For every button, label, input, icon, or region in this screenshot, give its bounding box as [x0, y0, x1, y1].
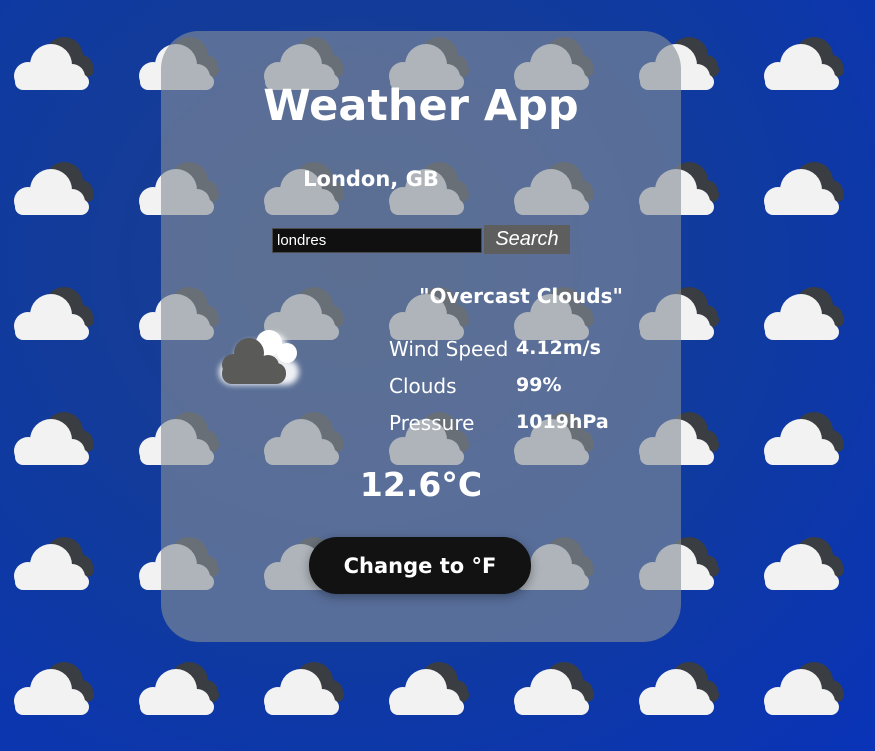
background-cloud-icon — [14, 287, 94, 340]
pressure-value: 1019hPa — [516, 411, 609, 433]
background-cloud-icon — [764, 662, 844, 715]
search-button[interactable]: Search — [484, 225, 570, 254]
background-cloud-icon — [764, 37, 844, 90]
app-title: Weather App — [263, 81, 579, 131]
clouds-value: 99% — [516, 374, 562, 396]
weather-description: "Overcast Clouds" — [419, 284, 623, 308]
background-cloud-icon — [14, 412, 94, 465]
temperature-value: 12.6°C — [359, 465, 483, 504]
background-cloud-icon — [389, 662, 469, 715]
change-unit-button[interactable]: Change to °F — [309, 537, 531, 594]
background-cloud-icon — [764, 537, 844, 590]
background-cloud-icon — [764, 412, 844, 465]
wind-speed-label: Wind Speed — [389, 337, 509, 361]
background-cloud-icon — [639, 662, 719, 715]
background-cloud-icon — [764, 287, 844, 340]
weather-card: Weather App London, GB Search "Overcast … — [161, 31, 681, 642]
background-cloud-icon — [14, 162, 94, 215]
background-cloud-icon — [139, 662, 219, 715]
pressure-label: Pressure — [389, 411, 475, 435]
overcast-clouds-icon — [219, 330, 299, 385]
clouds-label: Clouds — [389, 374, 457, 398]
location-label: London, GB — [303, 167, 439, 191]
search-input[interactable] — [272, 228, 482, 253]
wind-speed-value: 4.12m/s — [516, 337, 601, 359]
background-cloud-icon — [264, 662, 344, 715]
background-cloud-icon — [514, 662, 594, 715]
background-cloud-icon — [14, 37, 94, 90]
background-cloud-icon — [764, 162, 844, 215]
background-cloud-icon — [14, 537, 94, 590]
background-cloud-icon — [14, 662, 94, 715]
